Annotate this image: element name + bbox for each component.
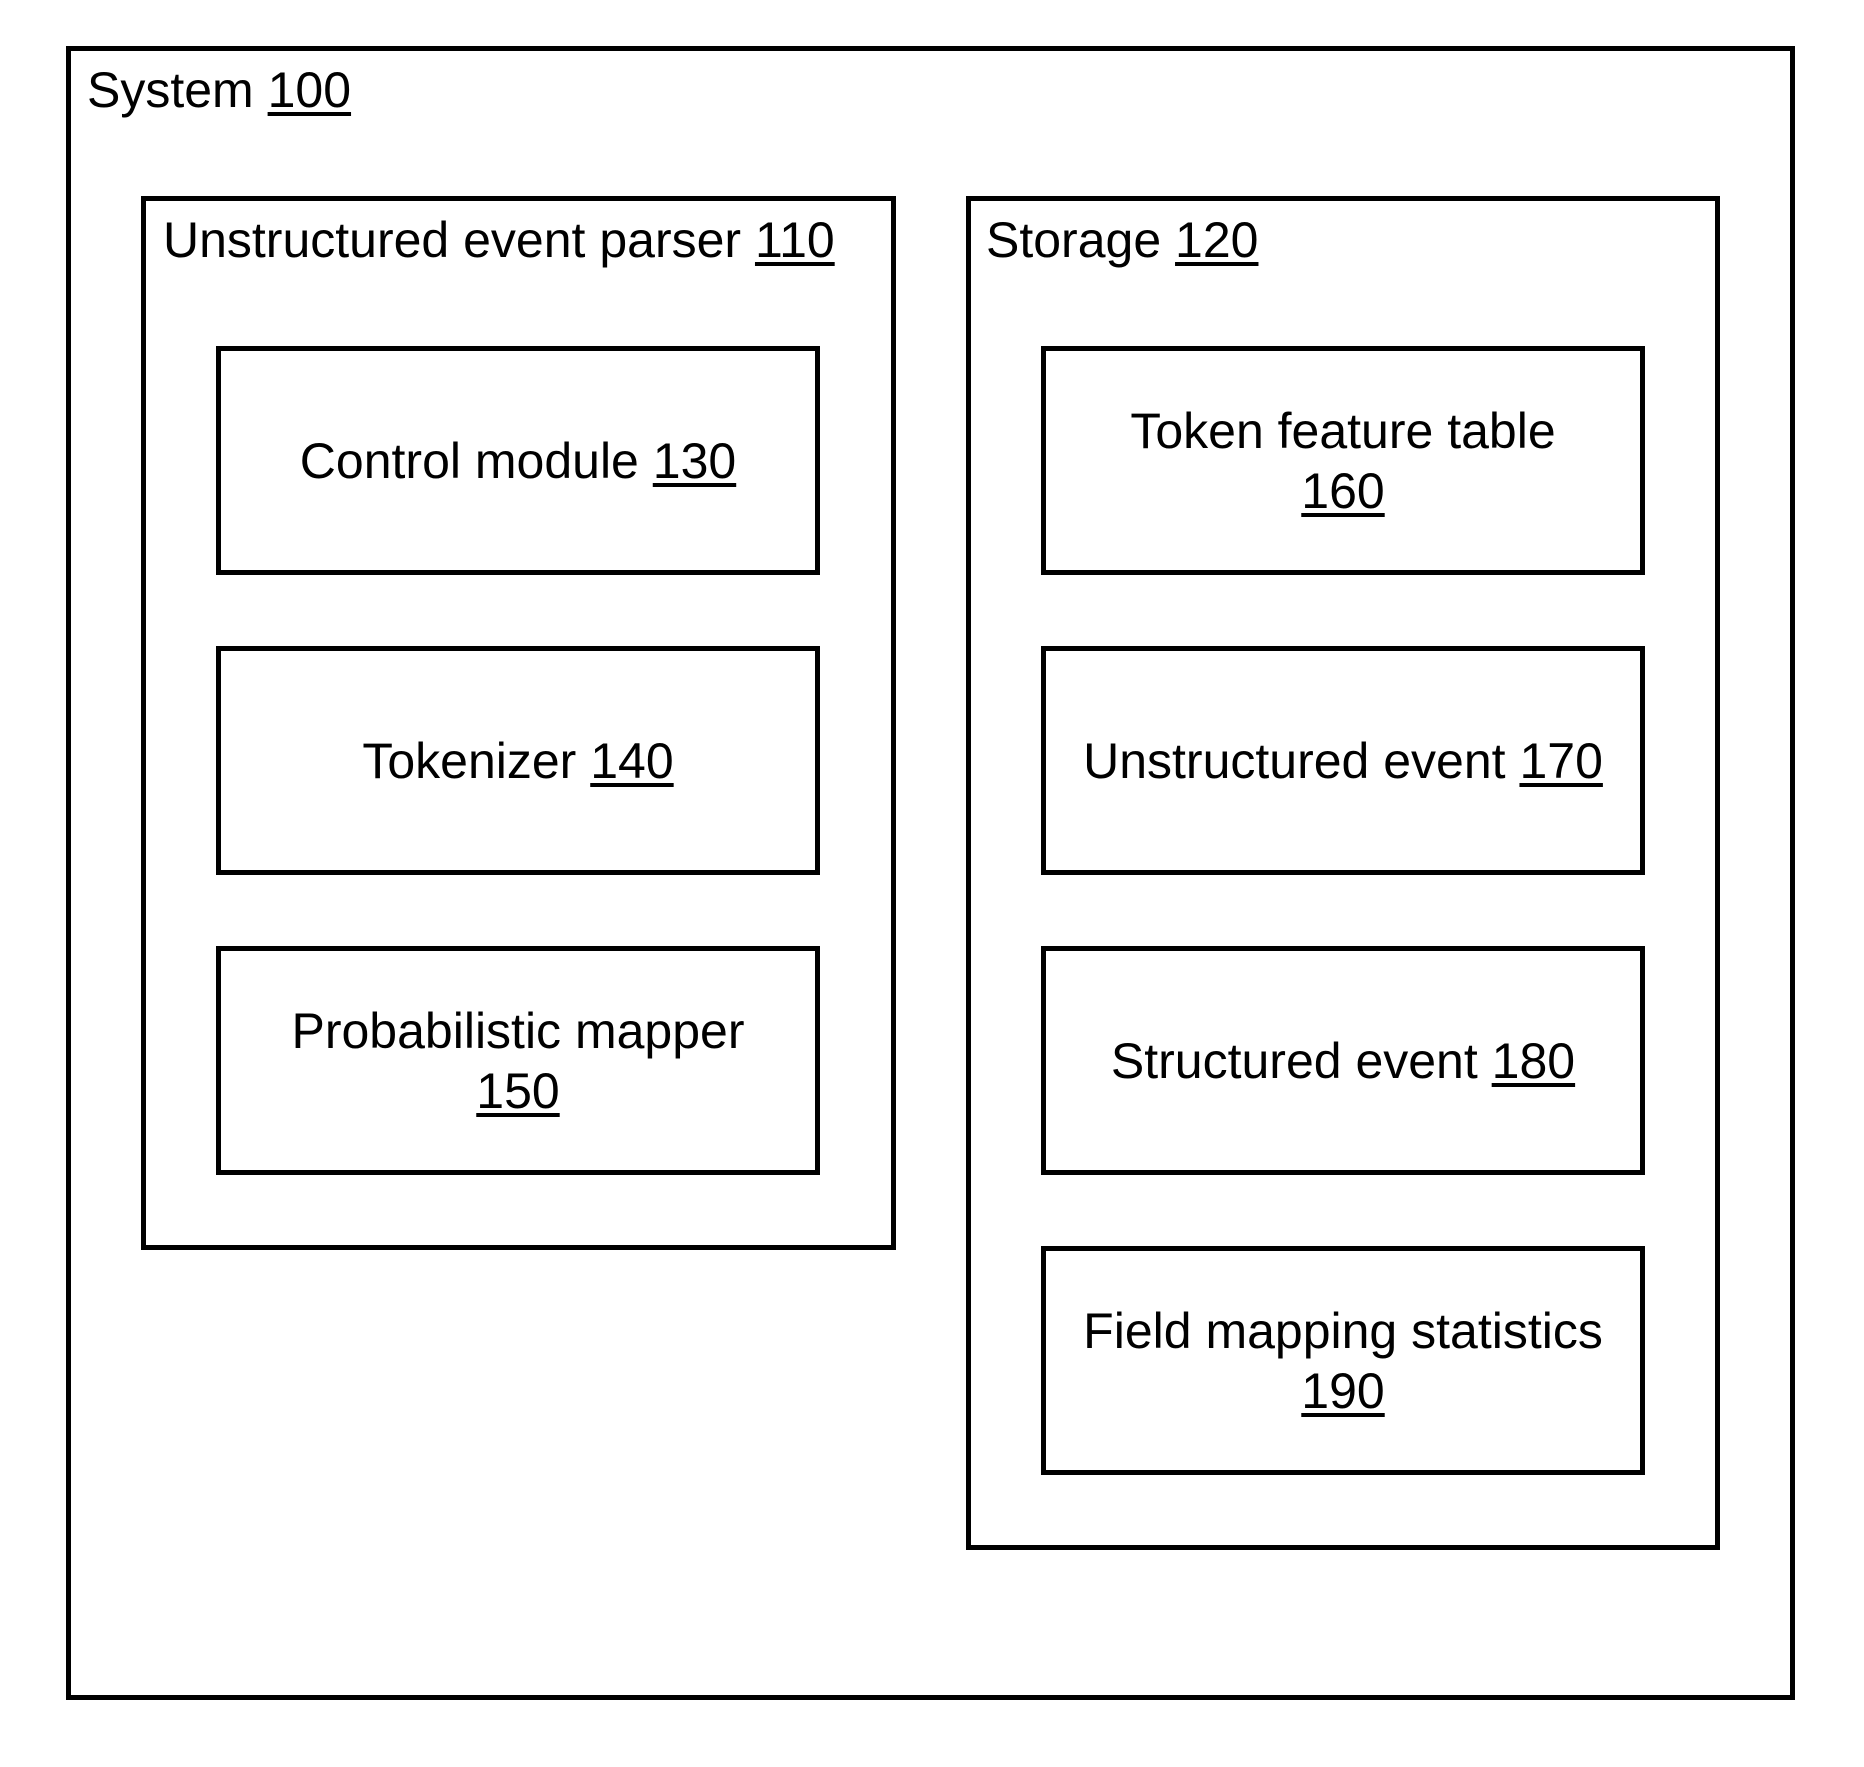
storage-ref-number: 120 <box>1175 212 1259 268</box>
system-title-text: System <box>87 62 254 118</box>
control-module-text: Control module <box>299 432 639 489</box>
probabilistic-mapper-ref: 150 <box>476 1062 560 1119</box>
field-mapping-statistics-label: Field mapping statistics 190 <box>1083 1301 1603 1421</box>
tokenizer-label: Tokenizer 140 <box>362 731 673 791</box>
probabilistic-mapper-text: Probabilistic mapper <box>291 1002 745 1059</box>
field-mapping-statistics-ref: 190 <box>1301 1362 1385 1419</box>
token-feature-table-text: Token feature table <box>1130 402 1556 459</box>
parser-ref-number: 110 <box>754 212 835 268</box>
tokenizer-text: Tokenizer <box>362 732 577 789</box>
parser-title: Unstructured event parser 110 <box>163 215 835 265</box>
control-module-ref: 130 <box>652 432 737 489</box>
parser-title-text: Unstructured event parser <box>163 212 742 268</box>
field-mapping-statistics-text: Field mapping statistics <box>1083 1302 1603 1359</box>
structured-event-box: Structured event 180 <box>1041 946 1645 1175</box>
token-feature-table-box: Token feature table 160 <box>1041 346 1645 575</box>
unstructured-event-box: Unstructured event 170 <box>1041 646 1645 875</box>
probabilistic-mapper-box: Probabilistic mapper 150 <box>216 946 820 1175</box>
storage-title: Storage 120 <box>986 215 1258 265</box>
token-feature-table-label: Token feature table 160 <box>1130 401 1555 521</box>
tokenizer-ref: 140 <box>590 732 674 789</box>
control-module-label: Control module 130 <box>300 431 736 491</box>
unstructured-event-ref: 170 <box>1519 732 1603 789</box>
token-feature-table-ref: 160 <box>1301 462 1385 519</box>
storage-title-text: Storage <box>986 212 1162 268</box>
system-title: System 100 <box>87 65 351 115</box>
structured-event-label: Structured event 180 <box>1111 1031 1575 1091</box>
structured-event-text: Structured event <box>1110 1032 1478 1089</box>
structured-event-ref: 180 <box>1491 1032 1576 1089</box>
unstructured-event-text: Unstructured event <box>1083 732 1506 789</box>
tokenizer-box: Tokenizer 140 <box>216 646 820 875</box>
control-module-box: Control module 130 <box>216 346 820 575</box>
probabilistic-mapper-label: Probabilistic mapper 150 <box>292 1001 745 1121</box>
field-mapping-statistics-box: Field mapping statistics 190 <box>1041 1246 1645 1475</box>
system-ref-number: 100 <box>267 62 352 118</box>
unstructured-event-label: Unstructured event 170 <box>1083 731 1603 791</box>
